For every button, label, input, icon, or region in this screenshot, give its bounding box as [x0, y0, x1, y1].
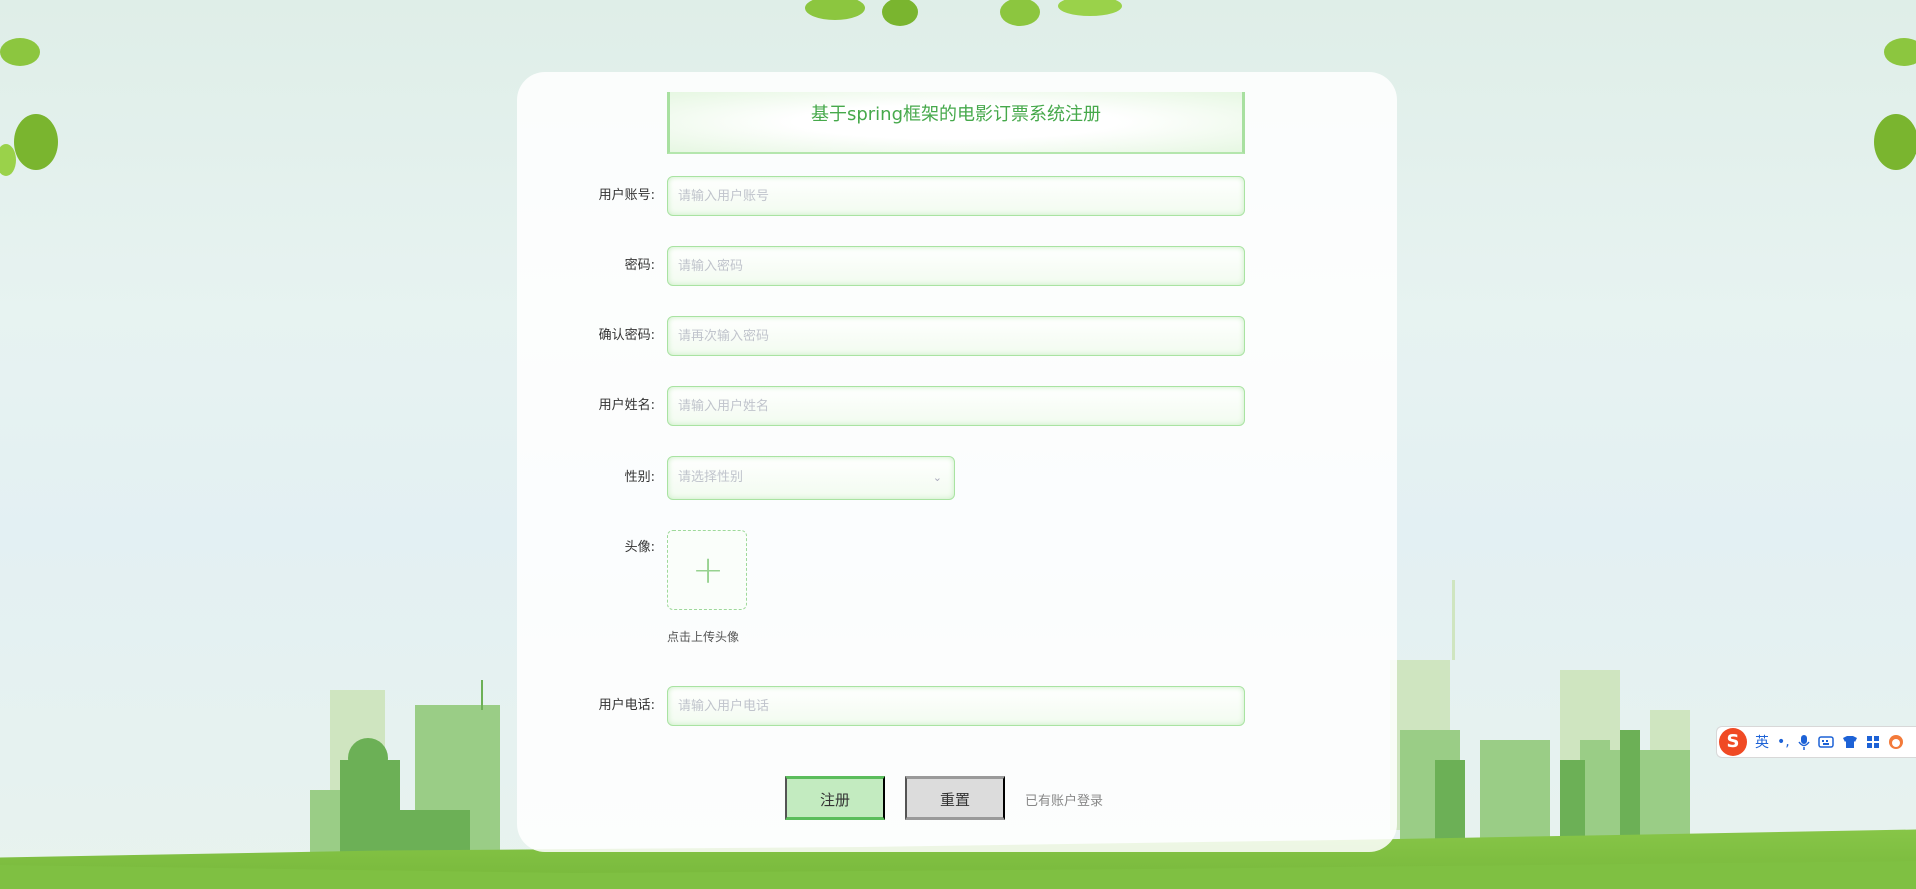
ime-toolbar: S 英 •, — [1716, 726, 1916, 758]
row-avatar: 头像: + 点击上传头像 — [517, 530, 1397, 660]
keyboard-icon[interactable] — [1817, 735, 1834, 749]
username-label: 用户账号: — [598, 188, 655, 203]
login-link[interactable]: 已有账户登录 — [1025, 790, 1103, 809]
chevron-down-icon: ⌄ — [932, 471, 942, 484]
row-username: 用户账号: — [517, 176, 1397, 216]
avatar-upload-button[interactable]: + — [667, 530, 747, 610]
skin-icon[interactable] — [1842, 735, 1858, 749]
phone-input[interactable] — [667, 686, 1245, 726]
leaves-left-decoration — [0, 38, 58, 176]
phone-label: 用户电话: — [598, 698, 655, 713]
row-actions: 注册 重置 已有账户登录 — [517, 776, 1397, 820]
gender-label: 性别: — [624, 470, 655, 485]
ime-punct-toggle[interactable]: •, — [1777, 734, 1790, 750]
avatar-label: 头像: — [624, 540, 655, 555]
leaves-top-decoration — [805, 0, 1122, 26]
fullname-input[interactable] — [667, 386, 1245, 426]
username-input[interactable] — [667, 176, 1245, 216]
plus-icon: + — [692, 548, 724, 592]
sogou-logo-icon[interactable]: S — [1719, 728, 1747, 756]
gender-select[interactable]: 请选择性别 ⌄ — [667, 456, 955, 500]
password-input[interactable] — [667, 246, 1245, 286]
confirm-password-label: 确认密码: — [598, 328, 655, 343]
grid-icon[interactable] — [1866, 735, 1880, 749]
register-button[interactable]: 注册 — [785, 776, 885, 820]
row-confirm-password: 确认密码: — [517, 316, 1397, 356]
ime-lang-toggle[interactable]: 英 — [1755, 732, 1769, 752]
microphone-icon[interactable] — [1798, 734, 1810, 750]
reset-button[interactable]: 重置 — [905, 776, 1005, 820]
row-phone: 用户电话: — [517, 686, 1397, 726]
register-card: 基于spring框架的电影订票系统注册 用户账号: 密码: 确认密码: 用户姓名… — [517, 72, 1397, 852]
row-fullname: 用户姓名: — [517, 386, 1397, 426]
confirm-password-input[interactable] — [667, 316, 1245, 356]
fullname-label: 用户姓名: — [598, 398, 655, 413]
form-title: 基于spring框架的电影订票系统注册 — [667, 92, 1245, 154]
avatar-icon[interactable] — [1888, 734, 1904, 750]
avatar-upload-hint: 点击上传头像 — [667, 630, 740, 644]
row-password: 密码: — [517, 246, 1397, 286]
leaves-right-decoration — [1874, 38, 1916, 170]
row-gender: 性别: 请选择性别 ⌄ — [517, 456, 1397, 500]
gender-placeholder: 请选择性别 — [678, 470, 744, 485]
password-label: 密码: — [624, 258, 655, 273]
